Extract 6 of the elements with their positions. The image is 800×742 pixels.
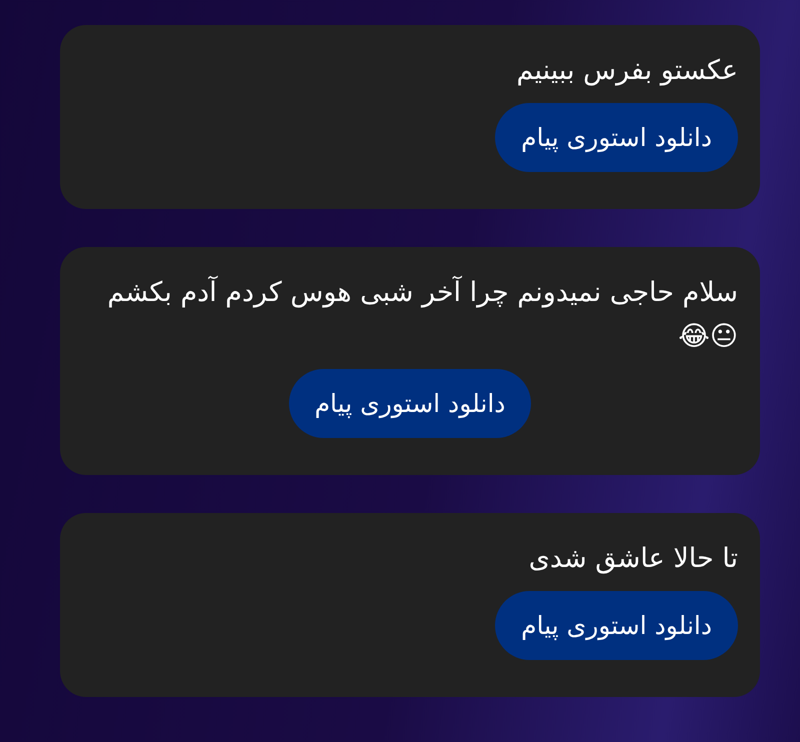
message-text: سلام حاجی نمیدونم چرا آخر شبی هوس کردم آدم بکشم😐😂 (106, 274, 738, 354)
message-text: عکستو بفرس ببینیم (516, 54, 738, 88)
download-button[interactable]: دانلود استوری پیام (288, 369, 532, 438)
download-button[interactable]: دانلود استوری پیام (495, 591, 738, 660)
message-text: تا حالا عاشق شدی (528, 542, 738, 576)
download-button[interactable]: دانلود استوری پیام (495, 103, 738, 172)
